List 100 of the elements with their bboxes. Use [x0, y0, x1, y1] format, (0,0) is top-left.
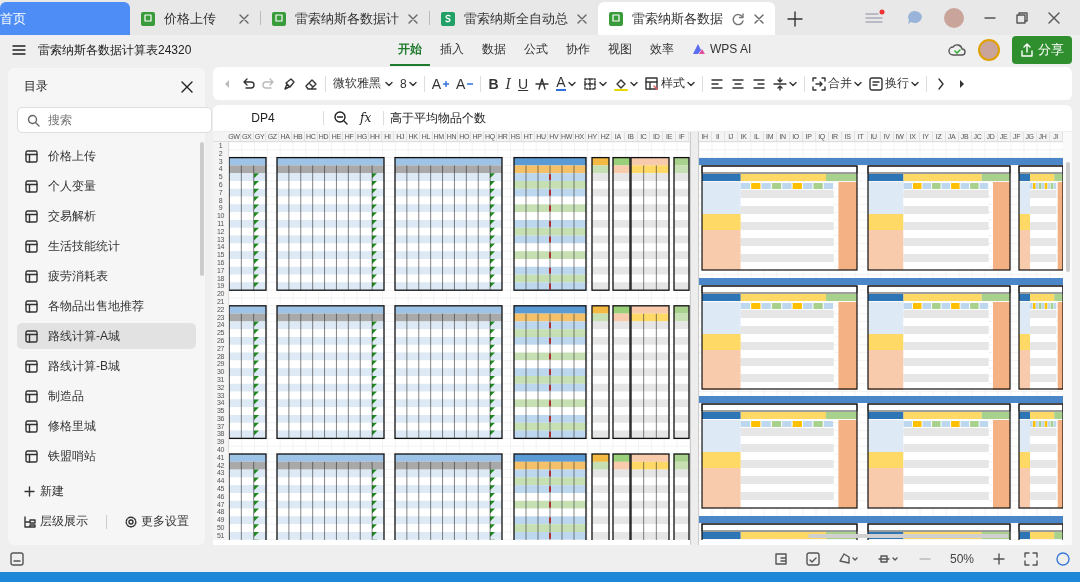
sheet-item[interactable]: 路线计算-B城 — [17, 353, 196, 379]
table-icon — [25, 389, 38, 403]
document-tab[interactable]: 价格上传 — [130, 2, 260, 35]
merge-button[interactable]: 合并 — [808, 71, 865, 96]
sheet-item[interactable]: 制造品 — [17, 383, 196, 409]
merge-cells-icon — [811, 76, 826, 91]
caret-icon — [598, 79, 607, 88]
reading-view-icon[interactable] — [773, 551, 788, 566]
ribbon-tab[interactable]: 效率 — [642, 34, 682, 66]
sheet-item[interactable]: 各物品出售地推荐 — [17, 293, 196, 319]
ribbon-tab[interactable]: 数据 — [474, 34, 514, 66]
sheet-item[interactable]: 修格里城 — [17, 413, 196, 439]
table-icon — [25, 179, 38, 193]
redo-icon — [262, 76, 276, 91]
document-tab[interactable]: 雷索纳斯各数据 — [598, 2, 775, 35]
close-icon[interactable] — [1048, 11, 1060, 24]
share-icon — [1020, 43, 1034, 57]
sheet-item[interactable]: 铁盟哨站 — [17, 443, 196, 469]
document-title: 雷索纳斯各数据计算表24320 — [38, 41, 193, 59]
italic-button[interactable]: I — [502, 71, 515, 96]
ribbon-tab[interactable]: 公式 — [516, 34, 556, 66]
zoom-in-icon[interactable] — [992, 551, 1006, 566]
plus-icon — [787, 10, 803, 27]
style-button[interactable]: 样式 — [641, 71, 698, 96]
checklist-icon[interactable] — [805, 551, 820, 566]
document-tab[interactable]: 雷索纳斯各数据计 — [261, 2, 429, 35]
table-icon — [25, 209, 38, 223]
table-icon — [25, 299, 38, 313]
spreadsheet-file-icon — [608, 10, 624, 27]
shape-icon[interactable] — [837, 551, 860, 566]
document-tab[interactable]: 雷索纳斯全自动总 — [430, 2, 598, 35]
scrollbar[interactable] — [1062, 132, 1072, 545]
table-icon — [25, 449, 38, 463]
maximize-icon[interactable] — [1016, 11, 1028, 24]
hierarchy-icon — [24, 515, 36, 528]
caret-icon — [788, 79, 797, 88]
table-icon — [25, 149, 38, 163]
align-left-icon — [709, 76, 724, 91]
ribbon-tab[interactable]: 协作 — [558, 34, 598, 66]
table-icon — [25, 329, 38, 343]
settings-icon — [125, 515, 137, 528]
minus-icon — [467, 80, 474, 87]
vertical-align-icon — [772, 76, 787, 91]
caret-icon — [408, 79, 417, 88]
table-icon — [25, 269, 38, 283]
sheet-item[interactable]: 价格上传 — [17, 143, 196, 169]
sheet-item[interactable]: 生活技能统计 — [17, 233, 196, 259]
plus-icon — [24, 486, 35, 497]
sheet-item[interactable]: 个人变量 — [17, 173, 196, 199]
table-icon — [25, 419, 38, 433]
bold-button[interactable]: B — [485, 71, 502, 96]
format-painter-icon — [283, 76, 297, 91]
search-field[interactable]: 搜索 — [17, 107, 212, 133]
zoom-level[interactable]: 50% — [949, 551, 974, 566]
spreadsheet-file-icon — [271, 10, 287, 27]
cloud-sync-icon[interactable] — [948, 42, 966, 58]
font-color-button[interactable]: A — [553, 71, 579, 96]
caret-icon — [853, 79, 862, 88]
wrap-text-icon — [868, 76, 883, 91]
ribbon-tab[interactable]: 插入 — [432, 34, 472, 66]
ribbon-tab[interactable]: WPS AI — [684, 34, 760, 66]
sheet-item[interactable]: 交易解析 — [17, 203, 196, 229]
panel-title: 目录 — [24, 78, 48, 95]
sheet-item[interactable]: 路线计算-A城 — [17, 323, 196, 349]
search-icon — [27, 114, 40, 127]
caret-icon — [910, 79, 919, 88]
scrollbar[interactable] — [200, 142, 204, 276]
zoom-search-icon[interactable] — [334, 111, 348, 125]
table-icon — [25, 359, 38, 373]
font-button[interactable]: 微软雅黑 — [330, 71, 396, 96]
shrink-button[interactable]: A — [453, 71, 477, 96]
ai-logo-icon — [692, 43, 706, 55]
reload-icon[interactable] — [731, 11, 745, 26]
strikethrough-icon — [535, 76, 550, 91]
function-button[interactable]: fx — [360, 111, 372, 125]
caret-icon — [629, 79, 638, 88]
sheet-item[interactable]: 疲劳消耗表 — [17, 263, 196, 289]
spreadsheet-file-icon — [440, 10, 456, 27]
caret-icon — [567, 79, 576, 88]
align-center-icon — [730, 76, 745, 91]
underline-button[interactable]: U — [515, 71, 532, 96]
hierarchy-view-button[interactable]: 层级展示 — [18, 512, 94, 531]
table-icon — [25, 239, 38, 253]
spreadsheet-file-icon — [140, 10, 156, 27]
share-button[interactable]: 分享 — [1012, 36, 1072, 64]
caret-icon — [686, 79, 695, 88]
menu-icon[interactable] — [12, 43, 26, 57]
align-right-icon — [751, 76, 766, 91]
caret-icon — [385, 79, 393, 88]
close-icon[interactable] — [181, 80, 193, 93]
cell-reference[interactable]: DP4 — [213, 111, 313, 125]
more-settings-button[interactable]: 更多设置 — [119, 512, 195, 531]
size-button[interactable]: 8 — [397, 71, 420, 96]
ribbon-tab[interactable]: 开始 — [390, 34, 430, 66]
new-sheet-button[interactable]: 新建 — [8, 469, 205, 500]
fullscreen-icon[interactable] — [1024, 551, 1038, 566]
wrap-button[interactable]: 换行 — [865, 71, 922, 96]
grow-button[interactable]: A — [428, 71, 453, 96]
ribbon-tab[interactable]: 视图 — [600, 34, 640, 66]
sheet-toggle-icon[interactable] — [10, 551, 24, 566]
